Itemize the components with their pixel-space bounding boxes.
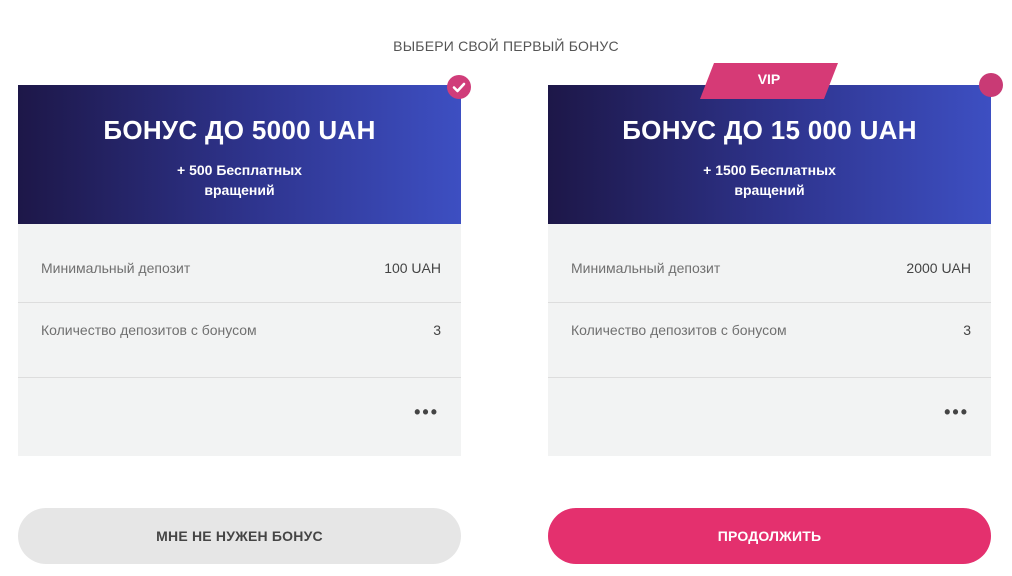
bonus-subtitle: + 500 Бесплатных вращений: [177, 162, 302, 198]
card-row-min-deposit: Минимальный депозит 100 UAH: [18, 224, 461, 303]
bonus-title: БОНУС ДО 5000 UAH: [103, 115, 376, 145]
row-label: Минимальный депозит: [41, 260, 191, 276]
no-bonus-button[interactable]: МНЕ НЕ НУЖЕН БОНУС: [18, 508, 461, 564]
vip-badge: VIP: [700, 63, 838, 99]
card-row-deposit-count: Количество депозитов с бонусом 3: [548, 303, 991, 378]
row-value: 2000 UAH: [906, 260, 971, 276]
card-row-min-deposit: Минимальный депозит 2000 UAH: [548, 224, 991, 303]
card-header: БОНУС ДО 5000 UAH + 500 Бесплатных враще…: [18, 85, 461, 234]
bonus-title: БОНУС ДО 15 000 UAH: [622, 115, 917, 145]
card-body: Минимальный депозит 2000 UAH Количество …: [548, 224, 991, 456]
bonus-subtitle: + 1500 Бесплатных вращений: [703, 162, 836, 198]
more-dots-icon[interactable]: •••: [414, 403, 439, 421]
continue-button[interactable]: ПРОДОЛЖИТЬ: [548, 508, 991, 564]
radio-dot-icon[interactable]: [979, 73, 1003, 97]
check-circle-icon: [447, 75, 471, 99]
card-row-deposit-count: Количество депозитов с бонусом 3: [18, 303, 461, 378]
row-label: Минимальный депозит: [571, 260, 721, 276]
page-title: ВЫБЕРИ СВОЙ ПЕРВЫЙ БОНУС: [393, 38, 619, 54]
row-label: Количество депозитов с бонусом: [41, 322, 257, 338]
card-header: БОНУС ДО 15 000 UAH + 1500 Бесплатных вр…: [548, 85, 991, 234]
bonus-card-15000[interactable]: БОНУС ДО 15 000 UAH + 1500 Бесплатных вр…: [548, 63, 1003, 456]
bonus-card-5000[interactable]: БОНУС ДО 5000 UAH + 500 Бесплатных враще…: [18, 75, 471, 456]
row-label: Количество депозитов с бонусом: [571, 322, 787, 338]
row-value: 100 UAH: [384, 260, 441, 276]
more-dots-icon[interactable]: •••: [944, 403, 969, 421]
row-value: 3: [433, 322, 441, 338]
card-body: Минимальный депозит 100 UAH Количество д…: [18, 224, 461, 456]
row-value: 3: [963, 322, 971, 338]
vip-label: VIP: [757, 71, 781, 87]
